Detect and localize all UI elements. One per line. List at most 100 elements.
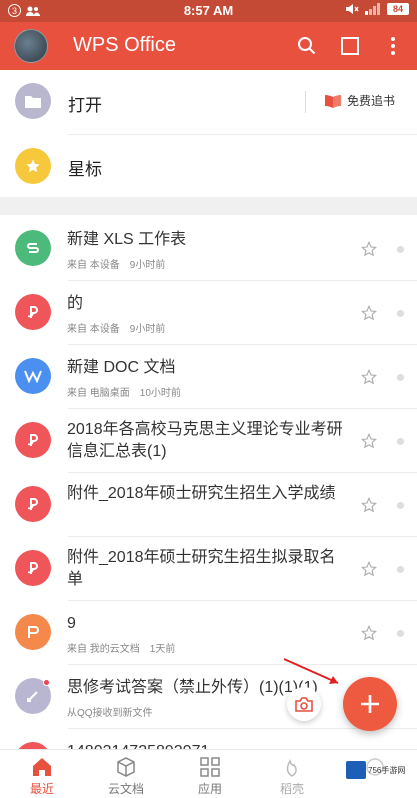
file-title: 的 (67, 295, 84, 312)
word-icon (15, 358, 51, 394)
file-title: 9 (67, 615, 76, 632)
plus-icon (361, 695, 379, 713)
star-outline-icon[interactable] (361, 305, 377, 321)
file-source: 来自 电脑桌面 (67, 388, 130, 399)
starred-label: 星标 (68, 160, 102, 179)
pdf-icon (15, 742, 51, 749)
star-outline-icon[interactable] (361, 497, 377, 513)
file-row[interactable]: 1480314725892071 (0, 728, 417, 749)
tab-apps[interactable]: 应用 (168, 750, 252, 798)
signal-icon (365, 3, 380, 15)
home-icon (33, 758, 51, 776)
new-document-button[interactable] (343, 677, 397, 731)
tab-label: 最近 (29, 782, 54, 796)
mute-icon (346, 4, 359, 14)
status-bar: 3 8:57 AM 84 (0, 0, 417, 22)
tab-label: 稻壳 (279, 782, 304, 796)
status-dot (397, 374, 404, 381)
camera-scan-button[interactable] (287, 687, 321, 721)
docer-icon (286, 759, 297, 777)
file-row[interactable]: 新建 DOC 文档 来自 电脑桌面 10小时前 (0, 344, 417, 408)
file-source: 来自 我的云文档 (67, 644, 140, 655)
status-dot (397, 566, 404, 573)
star-outline-icon[interactable] (361, 369, 377, 385)
pointer-arrow-icon (283, 658, 339, 684)
file-row[interactable]: 附件_2018年硕士研究生招生入学成绩 (0, 472, 417, 536)
file-title: 1480314725892071 (67, 741, 349, 749)
free-books-label: 免费追书 (346, 94, 395, 108)
file-time: 9小时前 (129, 324, 166, 335)
file-title: 附件_2018年硕士研究生招生拟录取名单 (67, 549, 336, 588)
battery-icon: 84 (387, 3, 409, 15)
tab-cloud-docs[interactable]: 云文档 (84, 750, 168, 798)
open-label: 打开 (68, 96, 102, 115)
star-filled-icon (15, 148, 51, 184)
status-dot (397, 502, 404, 509)
file-row[interactable]: 9 来自 我的云文档 1天前 (0, 600, 417, 664)
app-title: WPS Office (73, 34, 176, 56)
divider (68, 408, 417, 409)
status-dot (397, 630, 404, 637)
file-title: 附件_2018年硕士研究生招生入学成绩 (67, 485, 336, 502)
pdf-icon (15, 294, 51, 330)
section-gap (0, 197, 417, 215)
pdf-icon (15, 486, 51, 522)
star-outline-icon[interactable] (361, 433, 377, 449)
watermark-logo: 756手游网 (346, 759, 408, 781)
tab-label: 云文档 (107, 782, 144, 796)
star-outline-icon[interactable] (361, 241, 377, 257)
file-meta: 从QQ接收到新文件 (67, 704, 153, 719)
watermark-icon (346, 761, 366, 779)
starred-row[interactable]: 星标 (0, 134, 417, 198)
divider (68, 344, 417, 345)
search-icon[interactable] (295, 34, 319, 58)
free-books-button[interactable]: 免费追书 (324, 92, 395, 109)
file-row[interactable]: 的 来自 本设备 9小时前 (0, 280, 417, 344)
book-icon (324, 94, 341, 108)
file-time: 9小时前 (129, 260, 166, 271)
pdf-icon (15, 550, 51, 586)
file-row[interactable]: 附件_2018年硕士研究生招生拟录取名单 (0, 536, 417, 600)
watermark-text: 756手游网 (368, 765, 406, 775)
star-outline-icon[interactable] (361, 561, 377, 577)
file-time: 1天前 (149, 644, 176, 655)
status-dot (397, 438, 404, 445)
file-title: 2018年各高校马克思主义理论专业考研信息汇总表(1) (67, 421, 343, 460)
file-row[interactable]: 新建 XLS 工作表 来自 本设备 9小时前 (0, 216, 417, 280)
status-dot (397, 310, 404, 317)
divider (68, 664, 417, 665)
app-bar: WPS Office (0, 22, 417, 70)
file-title: 新建 XLS 工作表 (67, 231, 187, 248)
status-dot (397, 246, 404, 253)
file-meta: 来自 本设备 9小时前 (67, 320, 165, 335)
file-row[interactable]: 2018年各高校马克思主义理论专业考研信息汇总表(1) (0, 408, 417, 472)
qq-file-icon (15, 678, 51, 714)
folder-icon (15, 83, 51, 119)
spreadsheet-icon (15, 230, 51, 266)
file-meta: 来自 本设备 9小时前 (67, 256, 165, 271)
apps-icon (200, 757, 220, 777)
file-source: 来自 本设备 (67, 260, 120, 271)
file-title: 新建 DOC 文档 (67, 359, 176, 376)
unread-dot (43, 679, 50, 686)
divider (68, 280, 417, 281)
file-source: 来自 本设备 (67, 324, 120, 335)
presentation-icon (15, 614, 51, 650)
file-meta: 来自 我的云文档 1天前 (67, 640, 175, 655)
pdf-icon (15, 422, 51, 458)
file-source: 从QQ接收到新文件 (67, 708, 153, 719)
divider (68, 600, 417, 601)
divider (305, 91, 306, 113)
tab-docer[interactable]: 稻壳 (250, 750, 334, 798)
multi-select-icon[interactable] (338, 34, 362, 58)
divider (68, 536, 417, 537)
star-outline-icon[interactable] (361, 625, 377, 641)
file-time: 10小时前 (139, 388, 181, 399)
cloud-doc-icon (117, 757, 135, 777)
divider (68, 472, 417, 473)
more-menu-icon[interactable] (381, 34, 405, 58)
tab-label: 应用 (197, 782, 222, 796)
tab-recent[interactable]: 最近 (0, 750, 84, 798)
avatar[interactable] (14, 29, 48, 63)
camera-icon (295, 696, 313, 712)
